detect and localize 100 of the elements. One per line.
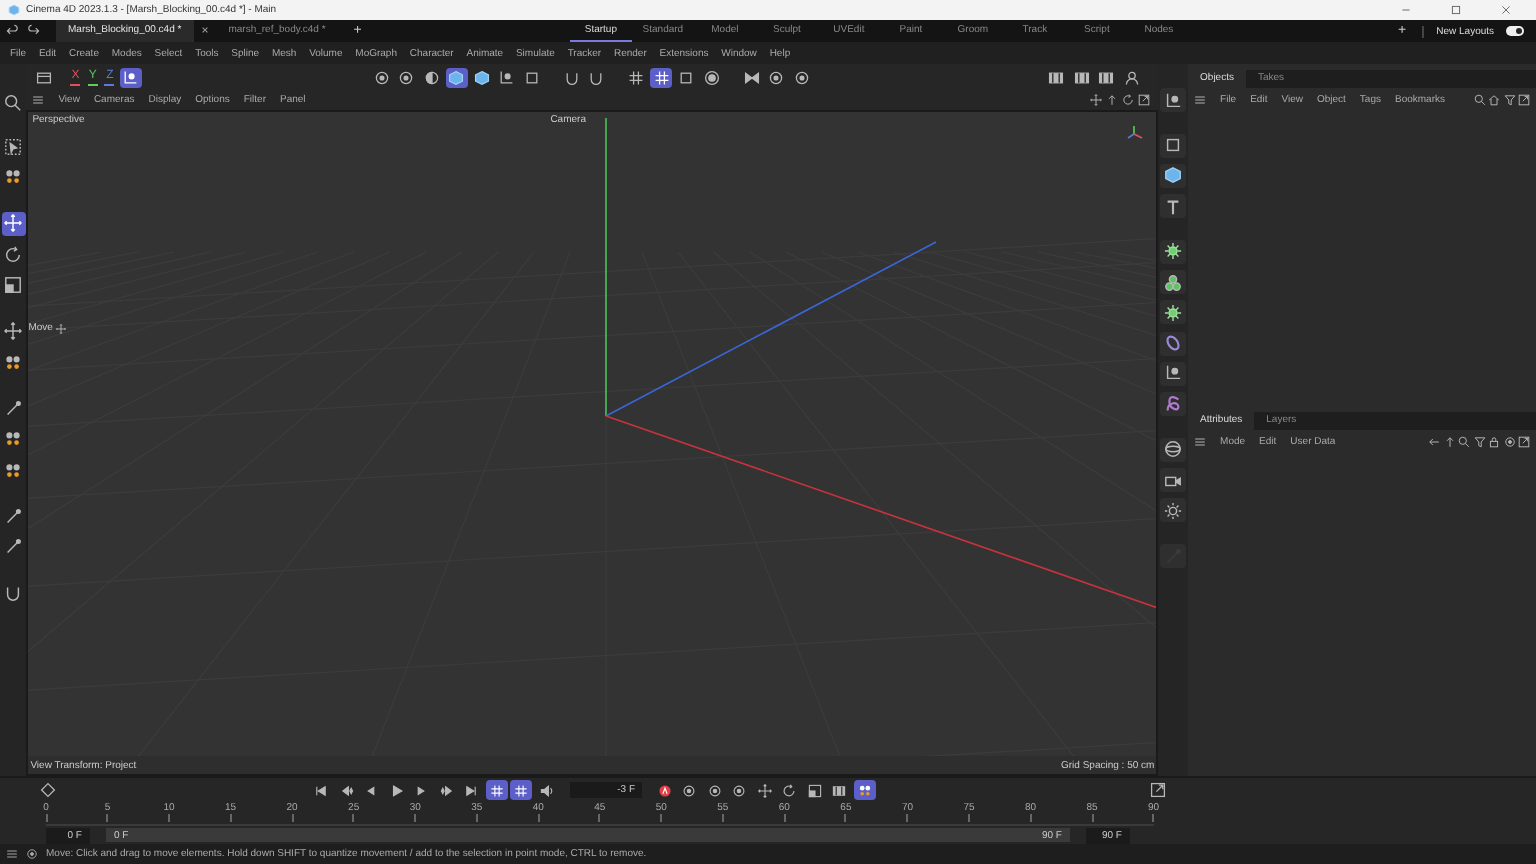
letter-t-icon (1164, 197, 1183, 216)
record-button[interactable] (653, 780, 675, 800)
menu-icon[interactable] (32, 94, 45, 106)
circle-dot-button[interactable] (370, 67, 393, 87)
search-icon[interactable] (1458, 435, 1470, 447)
letter-t-button[interactable] (1160, 194, 1187, 219)
arrow-up-icon[interactable] (1106, 94, 1119, 106)
arrow-left-icon[interactable] (1428, 435, 1440, 447)
skip-end-button[interactable] (460, 780, 482, 800)
light-bulb-button[interactable] (1160, 498, 1187, 523)
ring-button[interactable] (1160, 331, 1187, 356)
skip-start-icon (314, 783, 328, 797)
grid-button[interactable] (650, 67, 673, 87)
points-button[interactable] (1, 458, 26, 482)
pen-button[interactable] (1, 535, 26, 559)
next-key-icon (439, 783, 453, 797)
speaker-icon (539, 783, 553, 797)
filter-icon[interactable] (1473, 435, 1485, 447)
sphere-button[interactable] (1160, 437, 1187, 462)
gear-button[interactable] (1160, 300, 1187, 325)
knot-button[interactable] (1160, 392, 1187, 417)
circle-dot-icon (682, 783, 696, 797)
maximize-icon (1449, 4, 1461, 16)
grid-icon (489, 783, 503, 797)
axis-corner-icon (122, 69, 139, 85)
cube-icon (1164, 166, 1183, 185)
grid-button[interactable] (625, 67, 648, 87)
move-arrows-icon (4, 214, 23, 232)
scale-button[interactable] (1, 273, 26, 297)
expand-icon[interactable] (1138, 94, 1151, 106)
clones-button[interactable] (1160, 270, 1187, 295)
redo-icon[interactable] (26, 24, 40, 38)
points-button[interactable] (853, 780, 875, 800)
rotate-button[interactable] (1, 242, 26, 266)
rotate-button[interactable] (778, 780, 800, 800)
move-arrows-button[interactable] (1, 319, 26, 343)
half-circle-button[interactable] (420, 67, 443, 87)
lock-icon[interactable] (1488, 435, 1500, 447)
search-button[interactable] (1, 90, 26, 114)
diamond-button[interactable] (36, 780, 58, 800)
move-arrows-icon (4, 322, 23, 340)
circle-dot-button[interactable] (395, 67, 418, 87)
move-arrows-icon[interactable] (1090, 94, 1103, 106)
points-button[interactable] (1, 350, 26, 374)
skip-start-button[interactable] (310, 780, 332, 800)
magnet-icon (4, 584, 23, 602)
expand-icon[interactable] (1518, 93, 1530, 105)
circle-dot-button[interactable] (728, 780, 750, 800)
pen-button[interactable] (1, 396, 26, 420)
axis-corner-icon (1164, 91, 1183, 109)
gear-button[interactable] (1160, 239, 1187, 264)
select-arrow-button[interactable] (1, 134, 26, 158)
cube-button[interactable] (1160, 163, 1187, 188)
points-button[interactable] (1, 427, 26, 451)
bow-button[interactable] (740, 67, 763, 87)
undo-icon[interactable] (6, 24, 20, 38)
circle-dot-button[interactable] (765, 67, 788, 87)
pen-icon (4, 507, 23, 525)
circle-dot-icon (732, 783, 746, 797)
cube-button[interactable] (470, 67, 493, 87)
person-button[interactable] (1120, 67, 1143, 87)
record-icon (657, 783, 671, 797)
axis-corner-button[interactable] (1160, 361, 1187, 386)
square-button[interactable] (1160, 133, 1187, 158)
points-button[interactable] (1, 165, 26, 189)
axis-corner-button[interactable] (495, 67, 518, 87)
new-layouts-toggle[interactable] (1506, 26, 1525, 36)
filter-icon[interactable] (1503, 93, 1515, 105)
home-icon[interactable] (1488, 93, 1500, 105)
arrow-up-icon[interactable] (1443, 435, 1455, 447)
speaker-button[interactable] (535, 780, 557, 800)
circle-dot-icon (373, 69, 390, 85)
play-icon (389, 783, 403, 797)
grid-icon (653, 69, 670, 85)
cube-button[interactable] (445, 67, 468, 87)
expand-button[interactable] (1147, 780, 1169, 800)
points-icon (4, 430, 23, 448)
menu-icon[interactable] (1194, 435, 1207, 447)
circle-dot-button[interactable] (678, 780, 700, 800)
next-key-button[interactable] (435, 780, 457, 800)
expand-icon[interactable] (1518, 435, 1530, 447)
previous-key-icon (339, 783, 353, 797)
rotate-icon[interactable] (1122, 94, 1135, 106)
camera-button[interactable] (1160, 468, 1187, 493)
circle-dot-button[interactable] (790, 67, 813, 87)
search-icon[interactable] (1473, 93, 1485, 105)
clones-icon (1164, 273, 1183, 292)
grid-button[interactable] (510, 780, 532, 800)
target-button[interactable] (700, 67, 723, 87)
grid-button[interactable] (485, 780, 507, 800)
pen-button[interactable] (1, 504, 26, 528)
grid-icon (628, 69, 645, 85)
axis-corner-button[interactable] (1160, 88, 1187, 112)
ring-icon (1164, 334, 1183, 353)
scale-button[interactable] (803, 780, 825, 800)
menu-icon[interactable] (6, 848, 18, 860)
axis-corner-button[interactable] (119, 67, 142, 87)
circle-dot-icon[interactable] (1503, 435, 1515, 447)
menu-icon[interactable] (1194, 93, 1207, 105)
points-icon (4, 461, 23, 479)
